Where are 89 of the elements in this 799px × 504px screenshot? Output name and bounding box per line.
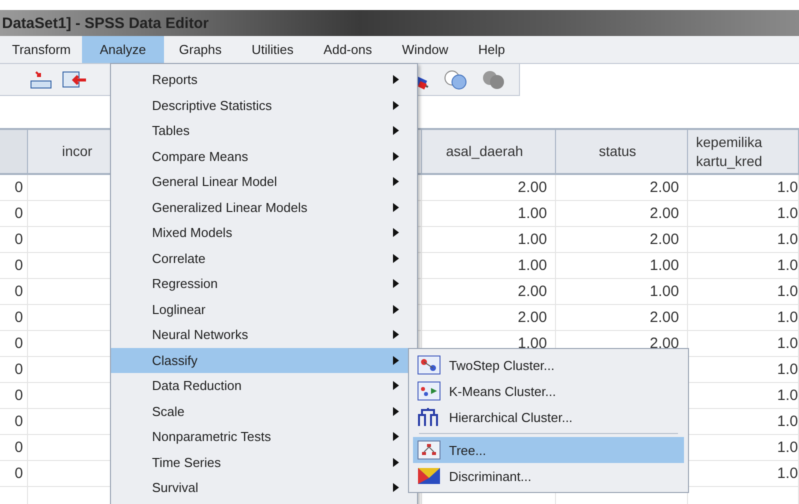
table-cell: 1.0: [777, 361, 798, 378]
submenu-arrow-icon: [393, 432, 399, 442]
menu-item[interactable]: Help: [463, 36, 520, 63]
menu-item[interactable]: Loglinear: [111, 296, 417, 322]
submenu-arrow-icon: [393, 100, 399, 110]
insert-case-icon[interactable]: [30, 70, 52, 90]
menu-item[interactable]: Hierarchical Cluster...: [413, 404, 684, 430]
submenu-arrow-icon: [393, 458, 399, 467]
table-cell: 0: [14, 335, 23, 352]
cluster-icon: [417, 381, 441, 401]
menu-item[interactable]: Correlate: [111, 246, 417, 271]
table-cell: 1.00: [518, 335, 547, 352]
window-title: DataSet1] - SPSS Data Editor: [1, 14, 209, 32]
table-cell: 1.00: [650, 283, 679, 300]
cluster-icon: [417, 355, 441, 375]
table-cell: 1.0: [777, 283, 798, 300]
submenu-arrow-icon: [393, 152, 399, 161]
column-header: kepemilika kartu_kred: [696, 133, 762, 170]
submenu-arrow-icon: [393, 483, 399, 492]
menu-item[interactable]: Discriminant...: [413, 463, 684, 489]
table-cell: 1.00: [650, 257, 679, 274]
menu-item[interactable]: Utilities: [236, 36, 309, 63]
menu-item[interactable]: Analyze: [82, 36, 164, 63]
table-cell: 0: [14, 205, 23, 222]
table-cell: 2.00: [650, 205, 679, 222]
menu-item[interactable]: Tables: [111, 118, 417, 144]
submenu-arrow-icon: [393, 75, 399, 84]
table-cell: 0: [14, 257, 23, 274]
menu-item[interactable]: Descriptive Statistics: [111, 92, 417, 118]
table-cell: 0: [14, 309, 23, 326]
table-cell: 1.00: [518, 257, 547, 274]
submenu-arrow-icon: [393, 126, 399, 136]
insert-variable-icon[interactable]: [62, 70, 88, 90]
menu-item[interactable]: Generalized Linear Models: [111, 194, 417, 220]
submenu-arrow-icon: [393, 254, 399, 263]
submenu-arrow-icon: [393, 330, 399, 340]
menu-item[interactable]: Window: [386, 36, 464, 63]
table-cell: 0: [14, 465, 23, 482]
table-cell: 1.00: [518, 205, 547, 222]
menu-item[interactable]: Add-ons: [308, 36, 387, 63]
menu-item[interactable]: Tree...: [413, 437, 684, 463]
table-cell: 0: [14, 361, 23, 378]
table-cell: 2.00: [650, 179, 679, 196]
submenu-arrow-icon: [393, 406, 399, 416]
table-cell: 2.00: [518, 309, 547, 326]
table-cell: 2.00: [650, 335, 679, 352]
submenu-arrow-icon: [393, 356, 399, 365]
menu-item[interactable]: Mixed Models: [111, 220, 417, 246]
menu-item[interactable]: General Linear Model: [111, 169, 417, 194]
column-header: status: [598, 142, 636, 161]
submenu-arrow-icon: [393, 202, 399, 212]
table-cell: 0: [14, 413, 23, 430]
table-cell: 1.0: [777, 439, 798, 456]
table-cell: 1.0: [777, 309, 798, 326]
menu-item[interactable]: Neural Networks: [111, 322, 417, 348]
table-cell: 1.0: [777, 387, 798, 404]
menu-item[interactable]: Transform: [0, 36, 82, 63]
table-cell: 2.00: [518, 179, 547, 196]
column-header: incor: [62, 142, 92, 161]
triangles-icon: [417, 466, 441, 486]
table-cell: 2.00: [650, 231, 679, 248]
table-cell: 1.0: [777, 465, 798, 482]
column-header: asal_daerah: [446, 142, 524, 161]
table-cell: 1.0: [777, 205, 798, 222]
table-cell: 0: [14, 283, 23, 300]
table-cell: 2.00: [650, 309, 679, 326]
menu-item[interactable]: Reports: [111, 67, 417, 92]
table-cell: 1.0: [777, 257, 798, 274]
table-cell: 1.0: [777, 335, 798, 352]
table-cell: 0: [14, 179, 23, 196]
table-cell: 1.0: [777, 231, 798, 248]
menu-item[interactable]: K-Means Cluster...: [413, 378, 684, 404]
menu-item[interactable]: Graphs: [164, 36, 237, 63]
table-cell: 0: [14, 231, 23, 248]
submenu-arrow-icon: [393, 304, 399, 314]
table-cell: 1.0: [777, 179, 798, 196]
table-cell: 1.0: [777, 413, 798, 430]
table-cell: 1.00: [518, 231, 547, 248]
table-cell: 0: [14, 439, 23, 456]
table-cell: 2.00: [518, 283, 547, 300]
menu-item[interactable]: Compare Means: [111, 144, 417, 169]
submenu-arrow-icon: [393, 279, 399, 288]
dendrogram-icon: [417, 407, 441, 427]
table-cell: 0: [14, 387, 23, 404]
submenu-arrow-icon: [393, 381, 399, 390]
tree-icon: [417, 440, 441, 460]
submenu-arrow-icon: [393, 228, 399, 238]
submenu-arrow-icon: [393, 177, 399, 186]
menu-item[interactable]: Regression: [111, 271, 417, 296]
